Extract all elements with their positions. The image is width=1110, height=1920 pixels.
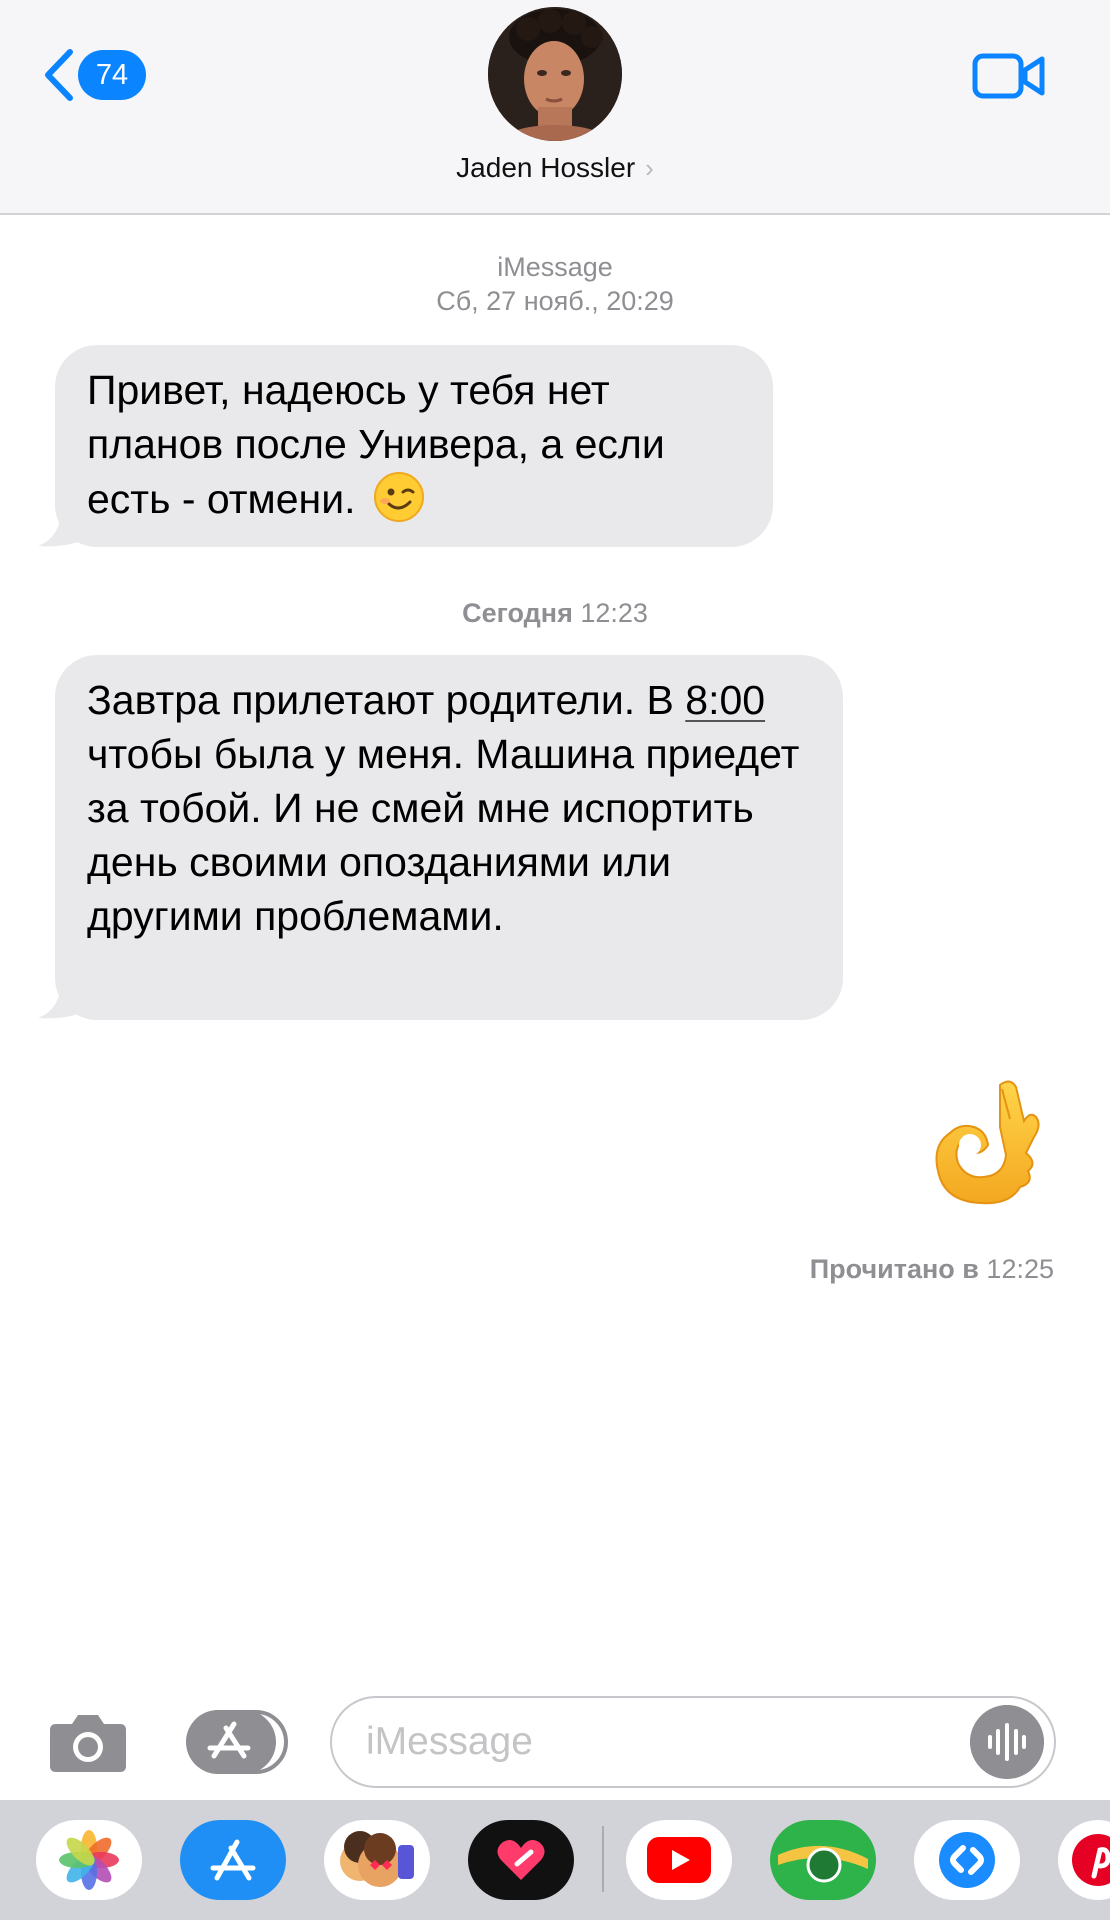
avatar-photo xyxy=(488,7,622,141)
heart-app-icon[interactable] xyxy=(468,1820,574,1900)
timestamp-header: Сегодня 12:23 xyxy=(0,596,1110,630)
read-label: Прочитано в xyxy=(809,1254,979,1284)
memoji-icon xyxy=(340,1831,414,1887)
message-text-part1: Завтра прилетают родители. В xyxy=(87,677,674,723)
contact-name[interactable]: Jaden Hossler › xyxy=(0,152,1110,184)
app-store-icon[interactable] xyxy=(184,1706,288,1778)
time-link[interactable]: 8:00 xyxy=(685,677,765,723)
message-bubble-incoming[interactable]: Завтра прилетают родители. В 8:00 чтобы … xyxy=(55,655,843,1020)
camera-icon[interactable] xyxy=(48,1712,128,1774)
appstore-icon xyxy=(210,1839,256,1881)
message-input[interactable]: iMessage xyxy=(330,1696,1056,1788)
ok-hand-icon[interactable] xyxy=(930,1075,1045,1210)
read-receipt: Прочитано в 12:25 xyxy=(810,1254,1054,1285)
chevron-right-icon: › xyxy=(645,153,654,183)
service-label: iMessage xyxy=(497,252,613,282)
photos-icon xyxy=(59,1830,119,1890)
winking-face-icon xyxy=(373,472,424,522)
date-label: Сб, 27 нояб., 20:29 xyxy=(436,286,674,316)
youtube-icon xyxy=(647,1837,711,1883)
photos-app-icon[interactable] xyxy=(36,1820,142,1900)
contact-avatar[interactable] xyxy=(488,7,622,141)
day-label: Сегодня xyxy=(462,598,573,628)
timestamp-header: iMessage Сб, 27 нояб., 20:29 xyxy=(0,250,1110,318)
memoji-app-icon[interactable] xyxy=(324,1820,430,1900)
video-camera-icon[interactable] xyxy=(972,52,1046,100)
shazam-icon xyxy=(939,1832,995,1888)
shazam-app-icon[interactable] xyxy=(914,1820,1020,1900)
maps-app-icon[interactable] xyxy=(770,1820,876,1900)
appstore-app-icon[interactable] xyxy=(180,1820,286,1900)
time-label: 12:23 xyxy=(580,598,648,628)
message-bubble-incoming[interactable]: Привет, надеюсь у тебя нет планов после … xyxy=(55,345,773,547)
back-button[interactable]: 74 xyxy=(40,48,146,102)
read-time: 12:25 xyxy=(986,1254,1054,1284)
heart-icon xyxy=(497,1840,545,1880)
conversation-header: 74 Jaden Hossler › xyxy=(0,0,1110,215)
voice-input-icon[interactable] xyxy=(970,1705,1044,1779)
youtube-app-icon[interactable] xyxy=(626,1820,732,1900)
contact-name-label: Jaden Hossler xyxy=(456,152,636,183)
maps-icon xyxy=(778,1845,868,1883)
chevron-left-icon xyxy=(45,49,73,101)
unread-count-badge: 74 xyxy=(78,50,146,100)
pinterest-icon xyxy=(1072,1834,1110,1886)
drawer-divider xyxy=(602,1826,604,1892)
message-text-part2: чтобы была у меня. Машина приедет за тоб… xyxy=(87,731,800,939)
